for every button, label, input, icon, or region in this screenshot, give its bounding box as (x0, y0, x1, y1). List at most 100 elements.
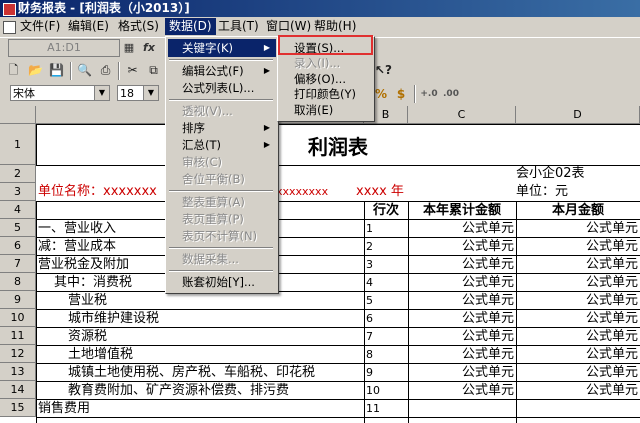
increase-decimal-icon[interactable]: +.0 (420, 86, 438, 102)
row-header[interactable]: 10 (0, 309, 36, 327)
cut-icon[interactable]: ✂ (124, 62, 141, 79)
form-number[interactable]: 会小企02表 (516, 165, 640, 183)
spreadsheet-grid[interactable]: B C D 1 2 3 4 5 6 7 8 9 10 11 12 13 14 1… (0, 106, 640, 423)
line-number[interactable]: 3 (366, 256, 406, 273)
menu-edit[interactable]: 编辑(E) (64, 18, 113, 35)
menu-item-sort[interactable]: 排序 ▶ (168, 119, 276, 137)
calculator-icon[interactable]: ▦ (122, 41, 136, 54)
item-label[interactable]: 资源税 (68, 328, 362, 345)
menu-help[interactable]: 帮助(H) (310, 18, 360, 35)
ytd-cell[interactable]: 公式单元 (408, 382, 516, 399)
document-icon[interactable] (3, 21, 16, 34)
corner-header[interactable] (0, 106, 36, 124)
month-cell[interactable]: 公式单元 (516, 382, 640, 399)
menu-data[interactable]: 数据(D) (165, 18, 216, 35)
decrease-decimal-icon[interactable]: .00 (442, 86, 460, 102)
row-header[interactable]: 12 (0, 345, 36, 363)
ytd-cell[interactable]: 公式单元 (408, 238, 516, 255)
row-header[interactable]: 2 (0, 165, 36, 183)
line-number[interactable]: 4 (366, 274, 406, 291)
line-number[interactable]: 11 (366, 400, 406, 417)
month-cell[interactable]: 公式单元 (516, 256, 640, 273)
chevron-down-icon[interactable]: ▼ (94, 86, 109, 100)
row-header[interactable]: 7 (0, 255, 36, 273)
row-header[interactable]: 9 (0, 291, 36, 309)
line-number[interactable]: 8 (366, 346, 406, 363)
item-label[interactable]: 城镇土地使用税、房产税、车船税、印花税 (68, 364, 362, 381)
menu-item-keyword[interactable]: 关键字(K) ▶ (168, 39, 276, 57)
year-label[interactable]: xxxx 年 (356, 183, 416, 201)
month-cell[interactable]: 公式单元 (516, 238, 640, 255)
header-row-no[interactable]: 行次 (364, 202, 408, 219)
month-cell[interactable]: 公式单元 (516, 328, 640, 345)
menu-item-data-collect[interactable]: 数据采集... (168, 250, 276, 268)
menu-item-account-init[interactable]: 账套初始[Y]... (168, 273, 276, 291)
menu-item-no-calc[interactable]: 表页不计算(N) (168, 227, 276, 245)
item-label[interactable]: 城市维护建设税 (68, 310, 362, 327)
month-cell[interactable]: 公式单元 (516, 220, 640, 237)
line-number[interactable]: 2 (366, 238, 406, 255)
line-number[interactable]: 5 (366, 292, 406, 309)
row-header[interactable]: 11 (0, 327, 36, 345)
row-header[interactable]: 15 (0, 399, 36, 417)
fx-icon[interactable]: fx (142, 41, 156, 54)
ytd-cell[interactable]: 公式单元 (408, 220, 516, 237)
header-ytd[interactable]: 本年累计金额 (408, 202, 516, 219)
line-number[interactable]: 6 (366, 310, 406, 327)
report-title[interactable]: 利润表 (36, 132, 640, 162)
submenu-item-cancel[interactable]: 取消(E) (280, 101, 372, 119)
save-icon[interactable]: 💾 (48, 62, 65, 79)
menu-item-formula-list[interactable]: 公式列表(L)... (168, 79, 276, 97)
new-file-icon[interactable]: 🗋 (5, 62, 22, 79)
row-header[interactable]: 1 (0, 124, 36, 165)
line-number[interactable]: 1 (366, 220, 406, 237)
copy-icon[interactable]: ⧉ (145, 62, 162, 79)
row-header[interactable]: 13 (0, 363, 36, 381)
print-icon[interactable]: ⎙ (97, 62, 114, 79)
ytd-cell[interactable]: 公式单元 (408, 310, 516, 327)
row-header[interactable]: 8 (0, 273, 36, 291)
line-number[interactable]: 9 (366, 364, 406, 381)
ytd-cell[interactable]: 公式单元 (408, 346, 516, 363)
ytd-cell[interactable]: 公式单元 (408, 364, 516, 381)
month-cell[interactable]: 公式单元 (516, 292, 640, 309)
menu-format[interactable]: 格式(S) (114, 18, 163, 35)
open-folder-icon[interactable]: 📂 (27, 62, 44, 79)
font-select[interactable]: 宋体 ▼ (10, 85, 110, 101)
font-size-select[interactable]: 18 ▼ (117, 85, 159, 101)
row-header[interactable]: 4 (0, 201, 36, 219)
ytd-cell[interactable]: 公式单元 (408, 328, 516, 345)
print-preview-icon[interactable]: 🔍 (76, 62, 93, 79)
line-number[interactable]: 10 (366, 382, 406, 399)
item-label[interactable]: 销售费用 (38, 400, 362, 417)
column-header-c[interactable]: C (408, 106, 516, 124)
month-cell[interactable]: 公式单元 (516, 364, 640, 381)
line-number[interactable]: 7 (366, 328, 406, 345)
month-cell[interactable]: 公式单元 (516, 310, 640, 327)
item-label[interactable]: 教育费附加、矿产资源补偿费、排污费 (68, 382, 362, 399)
row-header[interactable]: 6 (0, 237, 36, 255)
cell-reference-box[interactable]: A1:D1 (8, 39, 120, 57)
row-header[interactable]: 5 (0, 219, 36, 237)
menu-window[interactable]: 窗口(W) (262, 18, 315, 35)
chevron-down-icon[interactable]: ▼ (143, 86, 158, 100)
currency-icon[interactable]: $ (392, 86, 410, 102)
menu-tools[interactable]: 工具(T) (214, 18, 263, 35)
header-month[interactable]: 本月金额 (516, 202, 640, 219)
month-cell[interactable]: 公式单元 (516, 346, 640, 363)
menu-item-recalc-page[interactable]: 表页重算(P) (168, 210, 276, 228)
item-label[interactable]: 土地增值税 (68, 346, 362, 363)
ytd-cell[interactable]: 公式单元 (408, 256, 516, 273)
menu-item-recalc-all[interactable]: 整表重算(A) (168, 193, 276, 211)
menu-file[interactable]: 文件(F) (16, 18, 64, 35)
unit-name-value[interactable]: xxxxxxxx (276, 183, 364, 201)
menu-item-audit[interactable]: 审核(C) (168, 153, 276, 171)
unit-name-label[interactable]: 单位名称：xxxxxxx (38, 183, 164, 201)
column-header-d[interactable]: D (516, 106, 640, 124)
item-label[interactable]: 营业税 (68, 292, 362, 309)
ytd-cell[interactable]: 公式单元 (408, 292, 516, 309)
menu-item-rounding-balance[interactable]: 舍位平衡(B) (168, 170, 276, 188)
row-header[interactable]: 14 (0, 381, 36, 399)
menu-item-summary[interactable]: 汇总(T) ▶ (168, 136, 276, 154)
help-pointer-icon[interactable]: ↖? (375, 62, 392, 79)
